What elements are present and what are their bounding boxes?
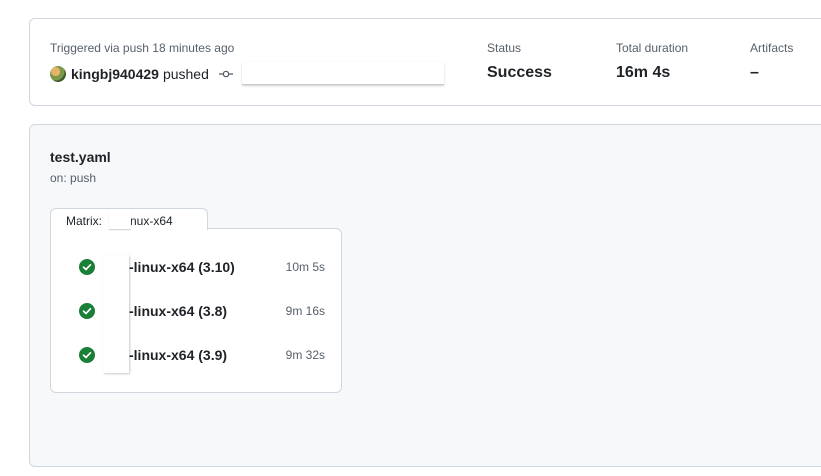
job-duration: 9m 32s: [285, 348, 325, 362]
artifacts-stat: Artifacts –: [750, 41, 793, 82]
workflow-graph-panel: test.yaml on: push Matrix: t-linux-x64 -…: [29, 124, 821, 467]
duration-label: Total duration: [616, 41, 689, 55]
status-stat: Status Success: [487, 41, 552, 82]
matrix-label: Matrix:: [66, 214, 106, 228]
commit-link-redacted[interactable]: [242, 62, 444, 85]
artifacts-value: –: [750, 64, 759, 81]
push-action-text: pushed: [162, 66, 209, 82]
redaction-overlay-strip: [103, 255, 129, 373]
matrix-job-group: -linux-x64 (3.10) 10m 5s -linux-x64 (3.8…: [50, 228, 342, 393]
avatar[interactable]: [50, 66, 66, 82]
check-circle-icon: [79, 303, 95, 319]
job-name: -linux-x64 (3.10): [129, 259, 235, 275]
artifacts-label: Artifacts: [750, 41, 794, 55]
duration-stat: Total duration 16m 4s: [616, 41, 688, 82]
check-circle-icon: [79, 259, 95, 275]
run-summary-card: Triggered via push 18 minutes ago kingbj…: [29, 18, 821, 106]
job-name: -linux-x64 (3.8): [129, 303, 228, 319]
workflow-file-name: test.yaml: [50, 149, 111, 165]
trigger-text: Triggered via push 18 minutes ago: [50, 41, 235, 55]
duration-value: 16m 4s: [616, 64, 671, 81]
status-label: Status: [487, 41, 522, 55]
git-commit-icon: [218, 70, 233, 78]
actor-row: kingbj940429 pushed: [50, 66, 233, 82]
check-circle-icon: [79, 347, 95, 363]
redaction-overlay-tab: [109, 213, 131, 229]
status-value: Success: [487, 64, 552, 81]
job-duration: 9m 16s: [285, 304, 325, 318]
actor-name-link[interactable]: kingbj940429: [71, 66, 159, 82]
job-duration: 10m 5s: [285, 260, 325, 274]
job-name: -linux-x64 (3.9): [129, 347, 228, 363]
workflow-trigger: on: push: [50, 171, 97, 185]
